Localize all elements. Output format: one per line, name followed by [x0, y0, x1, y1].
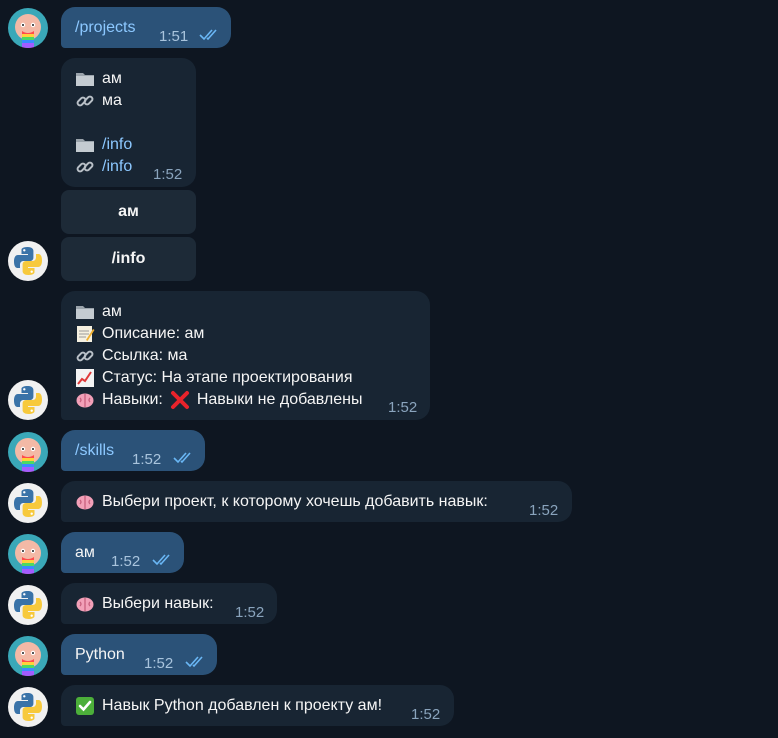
command-link[interactable]: /info: [102, 156, 132, 178]
bot-avatar[interactable]: [8, 241, 48, 281]
command-link[interactable]: /info: [102, 134, 132, 156]
message-time: 1:52: [144, 655, 174, 672]
project-skills-label: Навыки:: [102, 391, 163, 408]
check-mark-icon: [75, 696, 95, 716]
double-check-icon: [185, 656, 207, 668]
link-icon: [75, 91, 95, 111]
message-bubble[interactable]: /projects 1:51: [61, 7, 231, 48]
message-text: ам: [75, 544, 95, 561]
message-time: 1:52: [235, 604, 265, 621]
message-time: 1:52: [411, 706, 441, 723]
message-text: Навык Python добавлен к проекту ам!: [102, 697, 383, 714]
project-name: ам: [102, 303, 122, 320]
brain-icon: [75, 492, 95, 512]
folder-icon: [75, 135, 95, 155]
message-bubble[interactable]: Python 1:52: [61, 634, 217, 675]
message-time: 1:52: [388, 399, 418, 416]
brain-icon: [75, 594, 95, 614]
message-text: Выбери навык:: [102, 595, 214, 612]
double-check-icon: [152, 554, 174, 566]
folder-icon: [75, 302, 95, 322]
message-bubble[interactable]: Выбери навык: 1:52: [61, 583, 277, 624]
user-avatar[interactable]: [8, 534, 48, 574]
bot-avatar[interactable]: [8, 687, 48, 727]
message-bubble[interactable]: ам Описание: ам Ссылка: ма Статус: На эт…: [61, 291, 430, 420]
message-text: Выбери проект, к которому хочешь добавит…: [102, 493, 488, 510]
chart-icon: [75, 368, 95, 388]
link-icon: [75, 346, 95, 366]
command-link[interactable]: /projects: [75, 17, 135, 39]
project-skills-value: Навыки не добавлены: [196, 391, 363, 408]
bot-avatar[interactable]: [8, 380, 48, 420]
project-description: Описание: ам: [102, 325, 205, 342]
message-time: 1:52: [132, 451, 162, 468]
brain-icon: [75, 390, 95, 410]
message-bubble[interactable]: /skills 1:52: [61, 430, 205, 471]
double-check-icon: [199, 29, 221, 41]
project-name: ам: [102, 70, 122, 87]
memo-icon: [75, 324, 95, 344]
project-status: Статус: На этапе проектирования: [102, 369, 353, 386]
user-avatar[interactable]: [8, 8, 48, 48]
inline-button-info[interactable]: /info: [61, 237, 196, 281]
message-bubble[interactable]: ам 1:52: [61, 532, 184, 573]
project-link: ма: [102, 92, 122, 109]
message-time: 1:52: [111, 553, 141, 570]
message-bubble[interactable]: ам ма /info /info 1:52: [61, 58, 196, 187]
double-check-icon: [173, 452, 195, 464]
bot-avatar[interactable]: [8, 585, 48, 625]
message-time: 1:52: [529, 502, 559, 519]
folder-icon: [75, 69, 95, 89]
message-bubble[interactable]: Навык Python добавлен к проекту ам! 1:52: [61, 685, 454, 726]
link-icon: [75, 157, 95, 177]
bot-avatar[interactable]: [8, 483, 48, 523]
project-link: Ссылка: ма: [102, 347, 188, 364]
message-text: Python: [75, 646, 125, 663]
command-link[interactable]: /skills: [75, 440, 114, 462]
cross-mark-icon: [170, 390, 190, 410]
message-time: 1:51: [159, 28, 189, 45]
inline-button-project[interactable]: ам: [61, 190, 196, 234]
message-time: 1:52: [153, 166, 183, 183]
user-avatar[interactable]: [8, 432, 48, 472]
message-bubble[interactable]: Выбери проект, к которому хочешь добавит…: [61, 481, 572, 522]
user-avatar[interactable]: [8, 636, 48, 676]
